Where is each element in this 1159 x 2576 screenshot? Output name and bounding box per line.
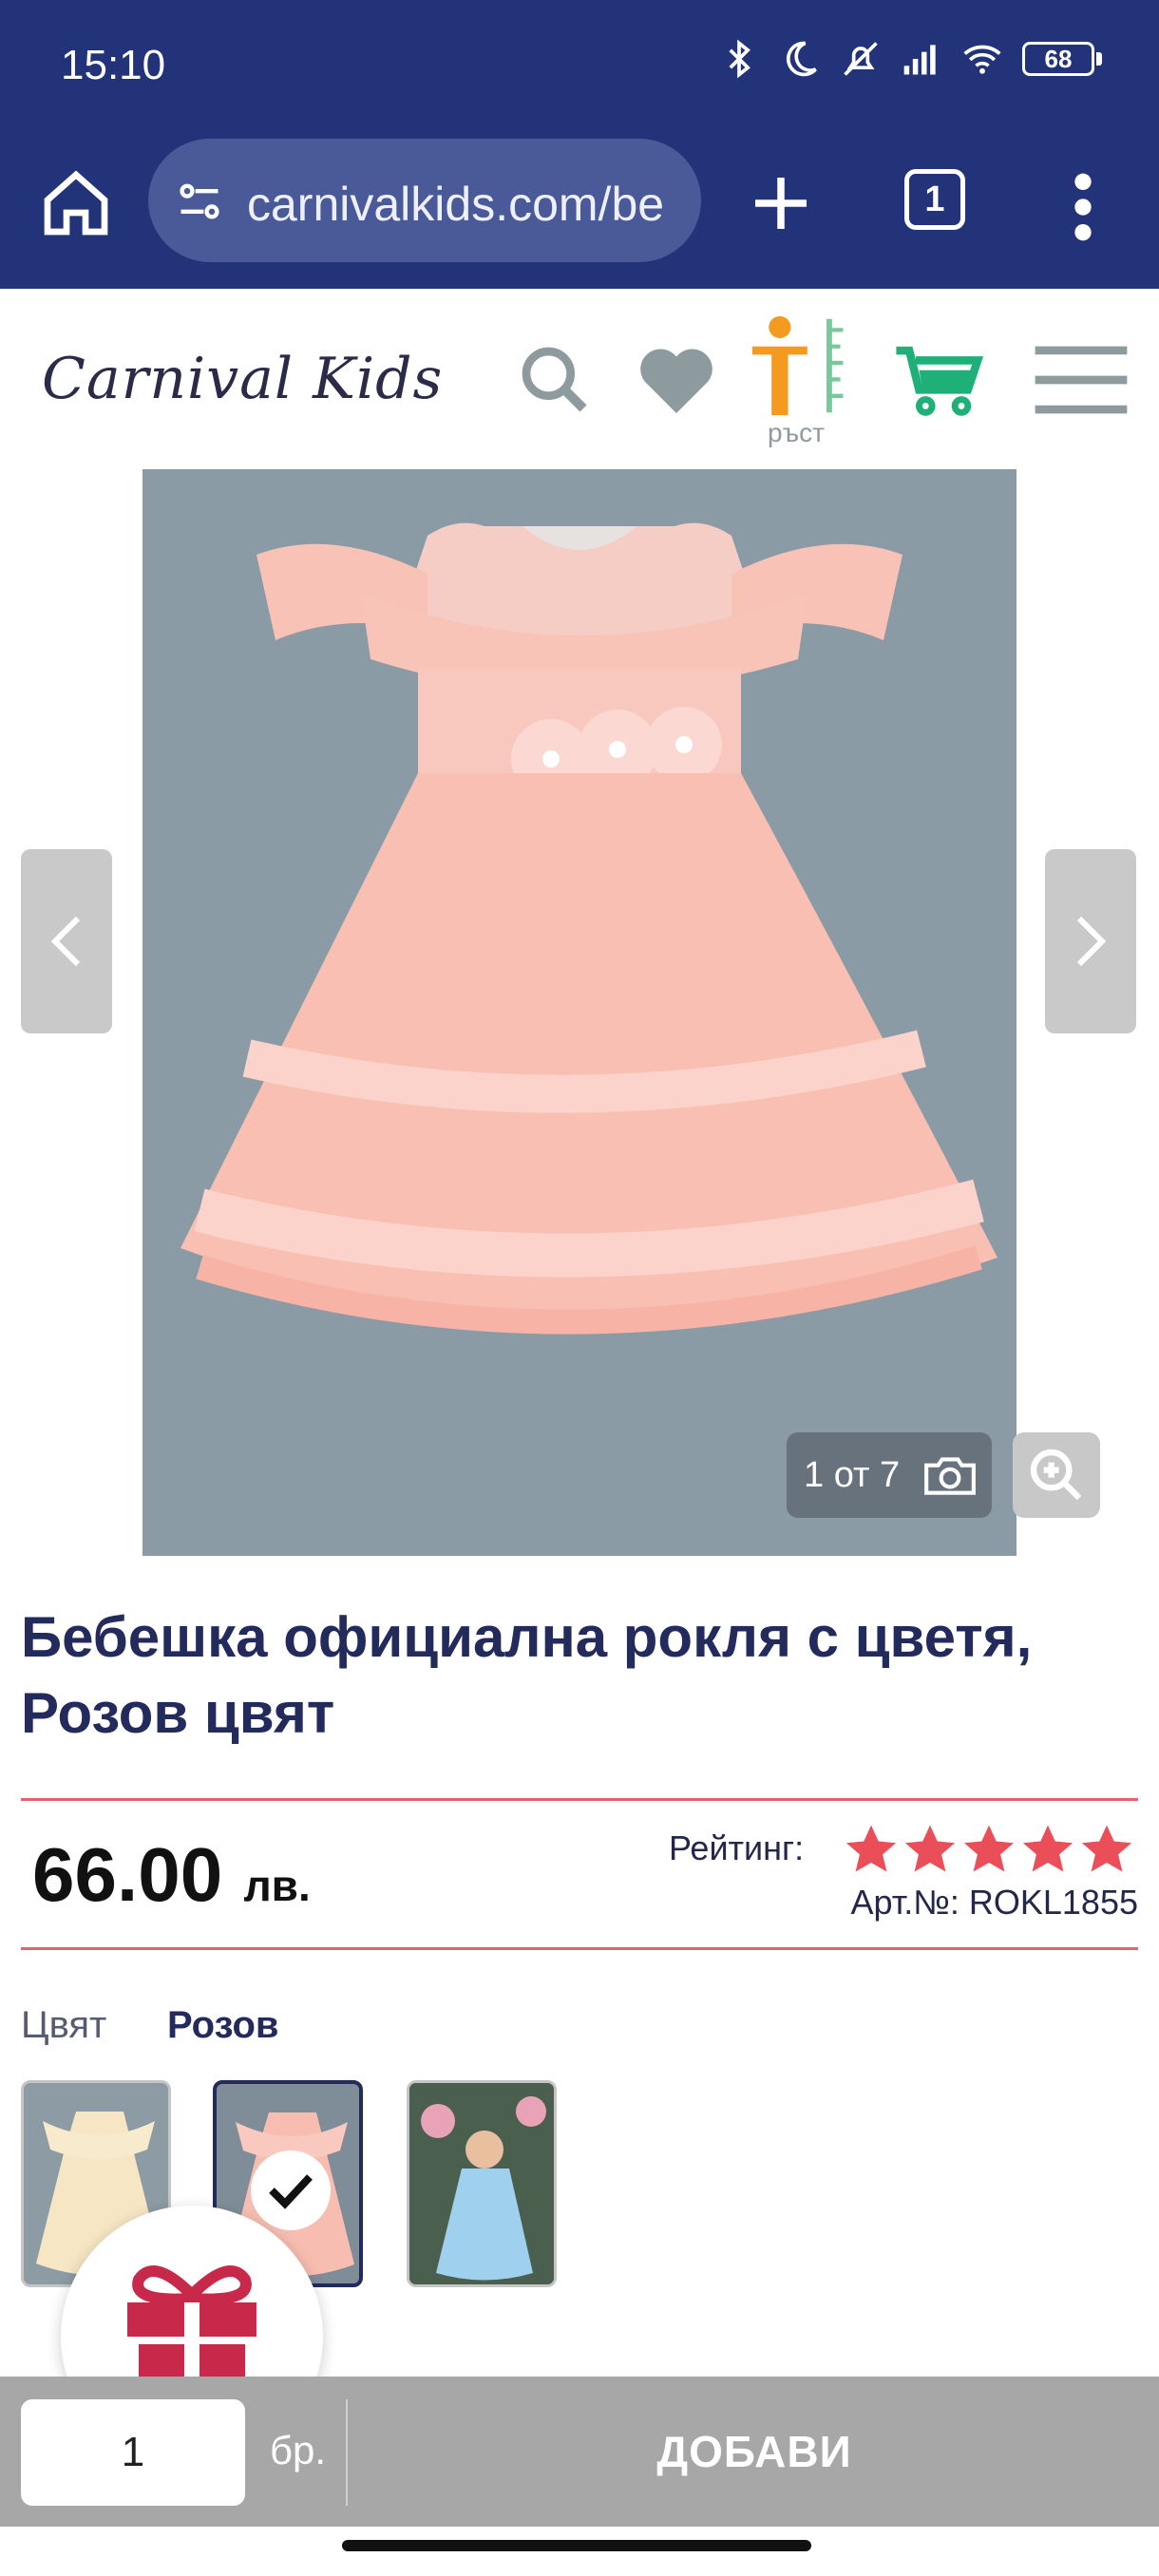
swatch-image xyxy=(409,2083,554,2284)
chevron-right-icon xyxy=(1076,916,1107,967)
image-counter-text: 1 от 7 xyxy=(804,1454,901,1495)
address-bar[interactable]: carnivalkids.com/be xyxy=(148,139,701,262)
hamburger-menu-icon[interactable] xyxy=(1032,344,1130,416)
signal-icon xyxy=(903,45,936,75)
bluetooth-icon xyxy=(729,39,750,79)
star-icon xyxy=(904,1825,956,1872)
site-logo[interactable]: Carnival Kids xyxy=(42,346,443,412)
more-options-icon[interactable] xyxy=(1068,169,1098,245)
zoom-in-icon xyxy=(1030,1449,1082,1501)
star-icon xyxy=(1081,1825,1132,1872)
star-icon xyxy=(1022,1825,1074,1872)
quantity-unit: бр. xyxy=(270,2428,327,2472)
product-sku: Арт.№: ROKL1855 xyxy=(850,1883,1138,1922)
battery-level: 68 xyxy=(1022,42,1094,76)
price-currency: лв. xyxy=(243,1861,311,1910)
new-tab-icon[interactable] xyxy=(747,169,815,237)
chevron-left-icon xyxy=(50,916,81,967)
star-icon xyxy=(846,1825,897,1872)
mute-icon xyxy=(844,42,878,76)
status-icons: 68 xyxy=(718,38,1102,80)
star-icon xyxy=(963,1825,1015,1872)
dress-illustration xyxy=(180,522,998,1335)
color-value: Розов xyxy=(167,2004,279,2046)
site-settings-icon[interactable] xyxy=(175,177,224,226)
url-text[interactable]: carnivalkids.com/be xyxy=(247,177,664,232)
tab-switcher-button[interactable]: 1 xyxy=(904,169,965,230)
gallery-next-button[interactable] xyxy=(1045,849,1136,1033)
product-gallery: 1 от 7 xyxy=(0,469,1159,1556)
price-value: 66.00 xyxy=(32,1832,223,1917)
add-to-cart-bar: 1 бр. ДОБАВИ xyxy=(0,2377,1159,2527)
selected-check xyxy=(251,2150,331,2230)
quantity-input[interactable]: 1 xyxy=(21,2399,245,2506)
divider xyxy=(21,1798,1138,1801)
search-icon[interactable] xyxy=(517,342,593,418)
status-bar: 15:10 68 xyxy=(0,0,1159,127)
browser-toolbar: carnivalkids.com/be 1 xyxy=(0,127,1159,289)
home-indicator[interactable] xyxy=(342,2540,811,2551)
status-time: 15:10 xyxy=(61,42,166,88)
image-counter[interactable]: 1 от 7 xyxy=(787,1432,992,1518)
growth-label: ръст xyxy=(768,418,825,447)
growth-chart-icon[interactable] xyxy=(747,313,857,418)
zoom-button[interactable] xyxy=(1013,1432,1100,1518)
rating-stars[interactable] xyxy=(844,1822,1134,1877)
product-title: Бебешка официална рокля с цветя, Розов ц… xyxy=(21,1605,1033,1745)
divider xyxy=(21,1947,1138,1950)
product-image[interactable] xyxy=(142,469,1016,1556)
color-swatch-blue[interactable] xyxy=(407,2080,557,2287)
moon-icon xyxy=(786,41,817,77)
camera-icon xyxy=(924,1457,977,1495)
wifi-icon xyxy=(963,45,1001,74)
heart-icon[interactable] xyxy=(636,342,716,418)
cart-icon[interactable] xyxy=(893,340,984,420)
gallery-prev-button[interactable] xyxy=(21,849,112,1033)
rating-label: Рейтинг: xyxy=(669,1828,805,1867)
site-header: Carnival Kids ръст xyxy=(0,289,1159,469)
check-icon xyxy=(269,2174,313,2209)
bar-divider xyxy=(346,2399,348,2506)
battery-indicator: 68 xyxy=(1022,42,1102,76)
color-label: Цвят xyxy=(21,2004,107,2046)
product-price: 66.00 лв. xyxy=(32,1831,311,1919)
add-to-cart-button[interactable]: ДОБАВИ xyxy=(350,2377,1159,2527)
home-icon[interactable] xyxy=(38,165,114,241)
